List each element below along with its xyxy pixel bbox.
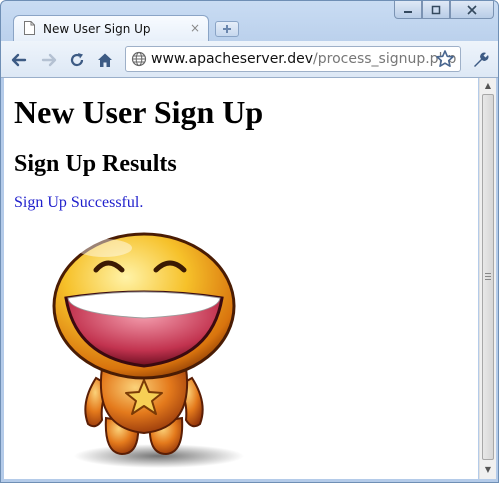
scroll-grip [485, 273, 491, 281]
forward-icon [41, 53, 57, 67]
success-message: Sign Up Successful. [14, 194, 144, 211]
new-tab-button[interactable] [215, 21, 239, 37]
url-host: www.apacheserver.dev [151, 51, 314, 67]
scroll-up-icon[interactable]: ▲ [482, 80, 494, 92]
page-icon [24, 21, 35, 35]
close-icon [467, 4, 477, 15]
home-button[interactable] [95, 50, 115, 70]
reload-icon [70, 53, 84, 67]
tab-close-icon[interactable]: × [190, 21, 200, 35]
page-subheading: Sign Up Results [14, 151, 177, 177]
url-text: www.apacheserver.dev/process_signup.php [151, 51, 456, 67]
smiley-mascot-image [52, 232, 244, 468]
maximize-button[interactable] [422, 1, 450, 19]
reload-button[interactable] [67, 50, 87, 70]
close-window-button[interactable] [450, 1, 494, 19]
page-heading: New User Sign Up [14, 94, 264, 130]
plus-icon [223, 25, 231, 33]
home-icon [98, 53, 112, 67]
minimize-icon [404, 10, 412, 13]
forward-button[interactable] [39, 50, 59, 70]
window-controls [394, 1, 494, 19]
toolbar: www.apacheserver.dev/process_signup.php [1, 41, 498, 78]
star-icon[interactable] [435, 49, 455, 69]
back-icon [11, 53, 27, 67]
browser-window: New User Sign Up × www.apacheserver.dev/… [0, 0, 499, 483]
maximize-icon [431, 5, 441, 14]
tab-strip: New User Sign Up × [1, 1, 498, 41]
tab-new-user-sign-up[interactable]: New User Sign Up × [13, 15, 209, 41]
address-bar[interactable]: www.apacheserver.dev/process_signup.php [125, 46, 461, 72]
scroll-down-icon[interactable]: ▼ [482, 464, 494, 476]
minimize-button[interactable] [394, 1, 422, 19]
scroll-thumb[interactable] [482, 94, 494, 460]
wrench-icon[interactable] [471, 50, 491, 70]
page-content: New User Sign Up Sign Up Results Sign Up… [4, 78, 478, 218]
back-button[interactable] [9, 50, 29, 70]
vertical-scrollbar[interactable]: ▲ ▼ [479, 78, 496, 479]
tab-title: New User Sign Up [43, 22, 151, 36]
globe-icon [131, 51, 147, 67]
page-viewport: New User Sign Up Sign Up Results Sign Up… [4, 78, 478, 479]
